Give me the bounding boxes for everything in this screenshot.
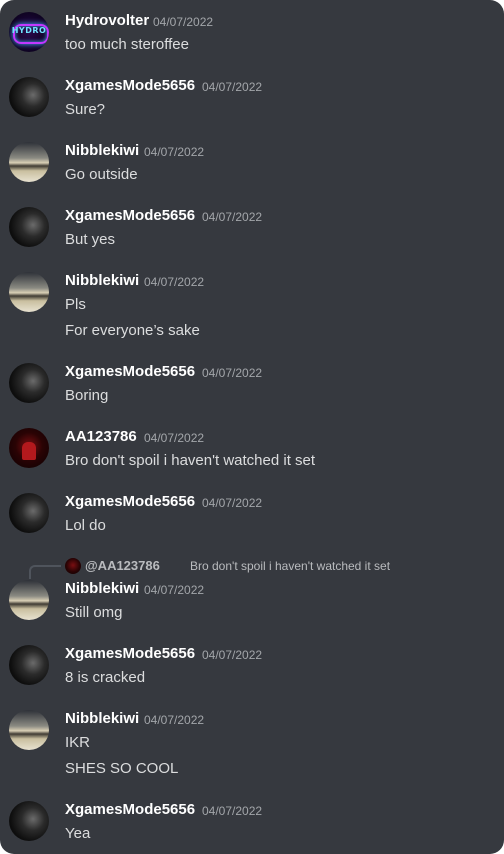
message-text: For everyone’s sake: [65, 322, 200, 339]
username[interactable]: XgamesMode5656: [65, 77, 195, 94]
message: XgamesMode5656 04/07/2022 Boring: [0, 361, 504, 411]
username[interactable]: XgamesMode5656: [65, 207, 195, 224]
message: AA123786 04/07/2022 Bro don't spoil i ha…: [0, 426, 504, 476]
avatar[interactable]: [9, 801, 49, 841]
avatar[interactable]: [9, 363, 49, 403]
message-text: 8 is cracked: [65, 669, 146, 686]
message: Nibblekiwi 04/07/2022 Pls For everyone’s…: [0, 270, 504, 346]
message: XgamesMode5656 04/07/2022 But yes: [0, 205, 504, 255]
message-text: Sure?: [65, 101, 106, 118]
avatar[interactable]: [9, 428, 49, 468]
avatar[interactable]: [9, 580, 49, 620]
username[interactable]: XgamesMode5656: [65, 493, 195, 510]
timestamp: 04/07/2022: [202, 648, 263, 662]
message-text: Still omg: [65, 604, 123, 621]
avatar[interactable]: [9, 142, 49, 182]
avatar-logo-text: HYDRO: [11, 26, 47, 35]
username[interactable]: XgamesMode5656: [65, 645, 195, 662]
timestamp: 04/07/2022: [202, 366, 263, 380]
username[interactable]: Nibblekiwi: [65, 142, 139, 159]
message-text: SHES SO COOL: [65, 760, 179, 777]
username[interactable]: XgamesMode5656: [65, 363, 195, 380]
message-reply: @AA123786 Bro don't spoil i haven't watc…: [0, 557, 504, 627]
message: XgamesMode5656 04/07/2022 Lol do: [0, 491, 504, 541]
reply-preview-text[interactable]: Bro don't spoil i haven't watched it set: [190, 559, 390, 573]
timestamp: 04/07/2022: [202, 210, 263, 224]
avatar[interactable]: [9, 645, 49, 685]
username[interactable]: Nibblekiwi: [65, 710, 139, 727]
timestamp: 04/07/2022: [144, 275, 205, 289]
avatar[interactable]: [9, 207, 49, 247]
message: Nibblekiwi 04/07/2022 Go outside: [0, 140, 504, 190]
avatar[interactable]: [9, 77, 49, 117]
avatar[interactable]: [9, 493, 49, 533]
message: XgamesMode5656 04/07/2022 Yea: [0, 799, 504, 849]
message: XgamesMode5656 04/07/2022 8 is cracked: [0, 643, 504, 693]
reply-avatar[interactable]: [65, 558, 81, 574]
reply-mention[interactable]: @AA123786: [85, 558, 160, 573]
message-text: IKR: [65, 734, 91, 751]
message-text: Boring: [65, 387, 109, 404]
username[interactable]: Nibblekiwi: [65, 272, 139, 289]
timestamp: 04/07/2022: [153, 15, 214, 29]
timestamp: 04/07/2022: [144, 713, 205, 727]
timestamp: 04/07/2022: [144, 583, 205, 597]
message-text: Lol do: [65, 517, 106, 534]
timestamp: 04/07/2022: [144, 145, 205, 159]
timestamp: 04/07/2022: [202, 804, 263, 818]
message-text: too much steroffee: [65, 36, 189, 53]
avatar[interactable]: HYDRO: [9, 12, 49, 52]
message-text: Bro don't spoil i haven't watched it set: [65, 452, 316, 469]
message: Nibblekiwi 04/07/2022 IKR SHES SO COOL: [0, 708, 504, 784]
reply-connector: [29, 565, 61, 579]
message-text: Pls: [65, 296, 86, 313]
username[interactable]: AA123786: [65, 428, 137, 445]
timestamp: 04/07/2022: [202, 496, 263, 510]
message: XgamesMode5656 04/07/2022 Sure?: [0, 75, 504, 125]
message-text: But yes: [65, 231, 116, 248]
message: HYDRO Hydrovolter 04/07/2022 too much st…: [0, 10, 504, 60]
message-text: Go outside: [65, 166, 138, 183]
avatar[interactable]: [9, 710, 49, 750]
timestamp: 04/07/2022: [144, 431, 205, 445]
username[interactable]: Hydrovolter: [65, 12, 149, 29]
timestamp: 04/07/2022: [202, 80, 263, 94]
avatar[interactable]: [9, 272, 49, 312]
username[interactable]: Nibblekiwi: [65, 580, 139, 597]
username[interactable]: XgamesMode5656: [65, 801, 195, 818]
message-text: Yea: [65, 825, 91, 842]
chat-log: HYDRO Hydrovolter 04/07/2022 too much st…: [0, 0, 504, 854]
